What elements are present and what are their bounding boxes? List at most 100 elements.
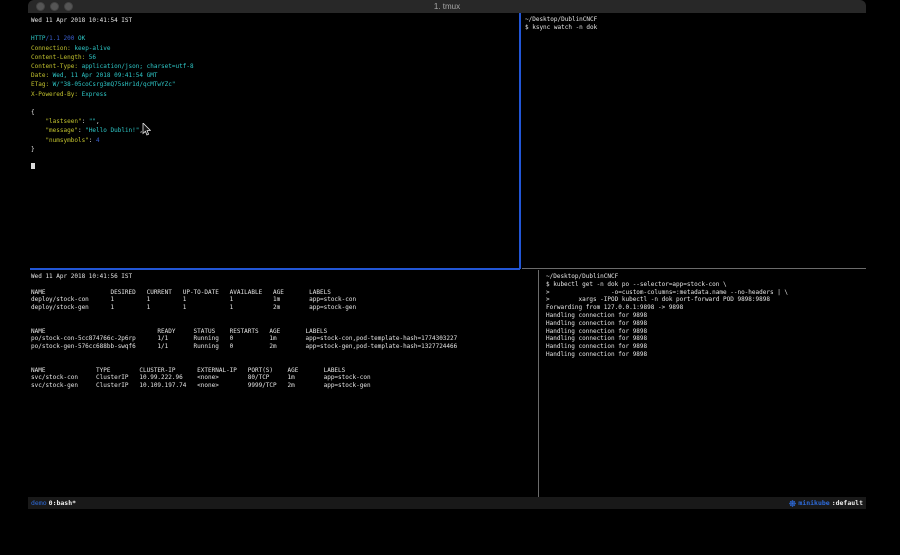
terminal-line: NAME TYPE CLUSTER-IP EXTERNAL-IP PORT(S)… bbox=[31, 367, 541, 375]
terminal-text: svc/stock-con ClusterIP 10.99.222.96 <no… bbox=[31, 374, 371, 381]
helm-wheel-icon bbox=[789, 500, 796, 507]
terminal-text: Connection: bbox=[31, 45, 71, 52]
terminal-text: Content-Length: bbox=[31, 54, 85, 61]
terminal-line bbox=[31, 320, 541, 328]
terminal-line: Date: Wed, 11 Apr 2018 09:41:54 GMT bbox=[31, 71, 522, 80]
window-tab[interactable]: 0:bash* bbox=[49, 499, 76, 507]
terminal-text: HTTP bbox=[31, 35, 45, 42]
terminal-text: { bbox=[31, 109, 35, 116]
window-title: 1. tmux bbox=[28, 0, 866, 13]
session-name: demo bbox=[31, 499, 47, 507]
terminal-line: Handling connection for 9898 bbox=[546, 343, 871, 351]
terminal-line: "lastseen": "", bbox=[31, 117, 522, 126]
terminal-text: Content-Type: bbox=[31, 63, 78, 70]
terminal-line: Forwarding from 127.0.0.1:9898 -> 9898 bbox=[546, 304, 871, 312]
terminal-line: Content-Length: 56 bbox=[31, 53, 522, 62]
terminal-text: : bbox=[89, 137, 96, 144]
terminal-line: Handling connection for 9898 bbox=[546, 312, 871, 320]
terminal-text: "" bbox=[89, 118, 96, 125]
terminal-line: "message": "Hello Dublin!", bbox=[31, 126, 522, 135]
pane-kubectl-get[interactable]: Wed 11 Apr 2018 10:41:56 IST NAME DESIRE… bbox=[28, 270, 541, 500]
terminal-line bbox=[31, 351, 541, 359]
terminal-text: NAME DESIRED CURRENT UP-TO-DATE AVAILABL… bbox=[31, 289, 331, 296]
terminal-line: Wed 11 Apr 2018 10:41:54 IST bbox=[31, 16, 522, 25]
tmux-status-bar: demo 0:bash* minikube:default bbox=[28, 497, 866, 509]
terminal-text: 56 bbox=[85, 54, 96, 61]
terminal-line: Handling connection for 9898 bbox=[546, 351, 871, 359]
terminal-text: W/"38-05coCsrg3mQ75sHr1d/qcMTwYZc" bbox=[49, 81, 175, 88]
terminal-line: } bbox=[31, 145, 522, 154]
terminal-text: > xargs -IPOD kubectl -n dok port-forwar… bbox=[546, 296, 770, 303]
terminal-line: deploy/stock-con 1 1 1 1 1m app=stock-co… bbox=[31, 296, 541, 304]
pane-divider-horizontal-right[interactable] bbox=[522, 268, 866, 269]
terminal-text: po/stock-gen-576cc688bb-swqf6 1/1 Runnin… bbox=[31, 343, 457, 350]
terminal-line: ETag: W/"38-05coCsrg3mQ75sHr1d/qcMTwYZc" bbox=[31, 80, 522, 89]
terminal-line: ~/Desktop/DublinCNCF bbox=[546, 273, 871, 281]
terminal-text: keep-alive bbox=[71, 45, 111, 52]
terminal-text: Wed, 11 Apr 2018 09:41:54 GMT bbox=[49, 72, 157, 79]
terminal-text: Wed 11 Apr 2018 10:41:56 IST bbox=[31, 273, 132, 280]
terminal-text: Express bbox=[78, 91, 107, 98]
kube-context: minikube bbox=[798, 499, 829, 507]
terminal-cursor bbox=[31, 163, 35, 169]
pane-divider-vertical-top[interactable] bbox=[519, 13, 521, 269]
terminal-text: $ kubectl get -n dok po --selector=app=s… bbox=[546, 281, 727, 288]
terminal-text: Handling connection for 9898 bbox=[546, 343, 647, 350]
pane-divider-horizontal-left[interactable] bbox=[30, 268, 520, 270]
terminal-line: NAME DESIRED CURRENT UP-TO-DATE AVAILABL… bbox=[31, 289, 541, 297]
desktop: 1. tmux Wed 11 Apr 2018 10:41:54 IST HTT… bbox=[0, 0, 900, 555]
terminal-text: "numsymbols" bbox=[31, 137, 89, 144]
terminal-line: deploy/stock-gen 1 1 1 1 2m app=stock-ge… bbox=[31, 304, 541, 312]
terminal-line: NAME READY STATUS RESTARTS AGE LABELS bbox=[31, 328, 541, 336]
terminal-text: } bbox=[31, 146, 35, 153]
terminal-line: ~/Desktop/DublinCNCF bbox=[525, 16, 869, 24]
terminal-line bbox=[31, 154, 522, 163]
terminal-line: Wed 11 Apr 2018 10:41:56 IST bbox=[31, 273, 541, 281]
terminal-line bbox=[31, 163, 522, 172]
terminal-line: Content-Type: application/json; charset=… bbox=[31, 62, 522, 71]
terminal-text: ~/Desktop/DublinCNCF bbox=[546, 273, 618, 280]
terminal-text: deploy/stock-gen 1 1 1 1 2m app=stock-ge… bbox=[31, 304, 356, 311]
terminal-line: X-Powered-By: Express bbox=[31, 90, 522, 99]
title-bar[interactable]: 1. tmux bbox=[28, 0, 866, 13]
terminal-text: po/stock-con-5cc874766c-2p6rp 1/1 Runnin… bbox=[31, 335, 457, 342]
terminal-text: deploy/stock-con 1 1 1 1 1m app=stock-co… bbox=[31, 296, 356, 303]
terminal-text: , bbox=[96, 118, 100, 125]
terminal-line: > xargs -IPOD kubectl -n dok port-forwar… bbox=[546, 296, 871, 304]
pane-port-forward[interactable]: ~/Desktop/DublinCNCF$ kubectl get -n dok… bbox=[541, 270, 871, 500]
terminal-text: "Hello Dublin!" bbox=[85, 127, 139, 134]
terminal-text: Wed 11 Apr 2018 10:41:54 IST bbox=[31, 17, 132, 24]
terminal-line bbox=[31, 25, 522, 34]
terminal-text: 4 bbox=[96, 137, 100, 144]
terminal-text: Forwarding from 127.0.0.1:9898 -> 9898 bbox=[546, 304, 683, 311]
pane-http-response[interactable]: Wed 11 Apr 2018 10:41:54 IST HTTP/1.1 20… bbox=[28, 13, 522, 271]
terminal-line: $ kubectl get -n dok po --selector=app=s… bbox=[546, 281, 871, 289]
terminal-text: , bbox=[139, 127, 143, 134]
terminal-text: X-Powered-By: bbox=[31, 91, 78, 98]
terminal-text: Handling connection for 9898 bbox=[546, 328, 647, 335]
terminal-line: Handling connection for 9898 bbox=[546, 320, 871, 328]
terminal-text: : bbox=[82, 118, 89, 125]
pane-divider-vertical-bottom[interactable] bbox=[538, 270, 539, 497]
terminal-line: $ ksync watch -n dok bbox=[525, 24, 869, 32]
terminal-line: svc/stock-gen ClusterIP 10.109.197.74 <n… bbox=[31, 382, 541, 390]
terminal-text: "message" bbox=[31, 127, 78, 134]
terminal-text: Handling connection for 9898 bbox=[546, 312, 647, 319]
terminal-text: NAME TYPE CLUSTER-IP EXTERNAL-IP PORT(S)… bbox=[31, 367, 345, 374]
terminal-text: > -o=custom-columns=:metadata.name --no-… bbox=[546, 289, 788, 296]
terminal-text: $ ksync watch -n dok bbox=[525, 24, 597, 31]
terminal-line: po/stock-gen-576cc688bb-swqf6 1/1 Runnin… bbox=[31, 343, 541, 351]
terminal-line: Handling connection for 9898 bbox=[546, 335, 871, 343]
terminal-text: Handling connection for 9898 bbox=[546, 320, 647, 327]
pane-ksync[interactable]: ~/Desktop/DublinCNCF$ ksync watch -n dok bbox=[522, 13, 869, 271]
terminal-text: application/json; charset=utf-8 bbox=[78, 63, 194, 70]
terminal-line: HTTP/1.1 200 OK bbox=[31, 34, 522, 43]
terminal-line: > -o=custom-columns=:metadata.name --no-… bbox=[546, 289, 871, 297]
terminal-line: Handling connection for 9898 bbox=[546, 328, 871, 336]
terminal-text: Handling connection for 9898 bbox=[546, 335, 647, 342]
terminal-text: Date: bbox=[31, 72, 49, 79]
terminal-line bbox=[31, 312, 541, 320]
terminal-text: ETag: bbox=[31, 81, 49, 88]
terminal-line: "numsymbols": 4 bbox=[31, 136, 522, 145]
terminal-line: po/stock-con-5cc874766c-2p6rp 1/1 Runnin… bbox=[31, 335, 541, 343]
